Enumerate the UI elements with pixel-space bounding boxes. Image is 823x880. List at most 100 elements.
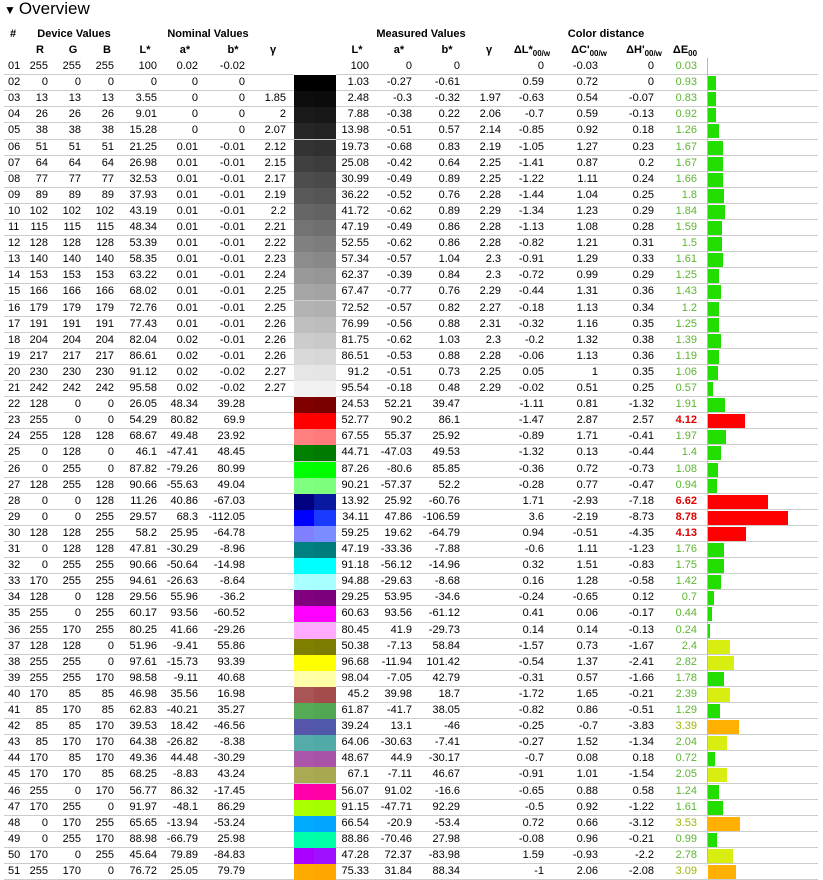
nominal-gamma: 2.27: [264, 382, 286, 394]
device-b: 128: [95, 430, 114, 443]
delta-e: 1.43: [675, 285, 697, 298]
measured-b: -0.61: [434, 76, 460, 89]
overview-header[interactable]: ▼ Overview: [4, 0, 90, 19]
nominal-gamma: 2.17: [264, 172, 286, 185]
nominal-b: -0.01: [219, 333, 245, 346]
delta-e: 1.75: [675, 559, 697, 572]
device-b: 128: [95, 478, 114, 491]
nominal-l: 39.53: [129, 720, 157, 733]
device-b: 170: [95, 752, 114, 765]
measured-b: 0.89: [438, 204, 460, 217]
collapse-arrow-icon[interactable]: ▼: [4, 3, 16, 17]
measured-gamma: 2.25: [479, 365, 501, 378]
nominal-l: 97.61: [129, 655, 157, 668]
delta-h: 0.18: [632, 752, 654, 765]
device-g: 170: [62, 623, 81, 636]
device-b: 170: [95, 784, 114, 797]
row-index: 13: [8, 253, 21, 266]
measured-a: -47.03: [380, 446, 412, 459]
delta-c: 0.92: [576, 800, 598, 813]
measured-color-swatch: [314, 670, 336, 687]
nominal-color-swatch: [294, 187, 314, 204]
nominal-b: 86.29: [217, 800, 245, 813]
device-g: 115: [63, 221, 81, 233]
delta-l: 0.59: [522, 76, 544, 89]
delta-e: 2.82: [675, 655, 697, 668]
delta-c: 0.96: [576, 832, 598, 845]
measured-b: 0.83: [438, 140, 460, 153]
nominal-l: 43.19: [129, 204, 157, 217]
measured-gamma: 2.28: [479, 349, 501, 362]
row-separator: [4, 202, 818, 204]
device-r: 0: [41, 446, 48, 459]
measured-b: 0.88: [438, 349, 460, 362]
nominal-gamma: 2.22: [264, 237, 286, 250]
nominal-color-swatch: [294, 252, 314, 269]
delta-e-bar: [708, 736, 727, 751]
nominal-gamma: 2.07: [264, 124, 286, 137]
device-b: 0: [107, 414, 114, 427]
nominal-b: 40.68: [217, 671, 245, 684]
measured-a: -80.6: [386, 462, 412, 475]
delta-h: 2.57: [632, 414, 654, 427]
measured-l: 87.26: [341, 462, 369, 475]
delta-e-bar: [708, 704, 720, 719]
delta-c: 0.92: [576, 124, 598, 137]
nominal-color-swatch: [294, 364, 314, 381]
delta-c: -2.93: [572, 494, 598, 507]
nominal-a: -66.79: [166, 832, 198, 845]
nominal-color-swatch: [294, 171, 314, 188]
delta-l: -0.7: [525, 108, 544, 121]
delta-c: 0.72: [576, 462, 598, 475]
nominal-a: 0.01: [176, 237, 198, 250]
nominal-color-swatch: [294, 268, 314, 285]
device-r: 128: [29, 639, 48, 652]
device-r: 166: [29, 285, 48, 298]
row-index: 19: [8, 349, 21, 362]
delta-h: -1.67: [628, 639, 654, 652]
row-separator: [4, 347, 818, 349]
nominal-color-swatch: [294, 638, 314, 655]
delta-l: -0.02: [518, 382, 544, 394]
measured-a: -30.63: [380, 736, 412, 749]
row-separator: [4, 154, 818, 156]
nominal-gamma: 2.15: [264, 156, 286, 169]
delta-h: -0.47: [628, 478, 654, 491]
delta-l: -1.11: [519, 398, 544, 411]
delta-e: 1.19: [675, 349, 697, 362]
delta-e-bar: [708, 478, 717, 493]
nominal-a: -47.41: [166, 446, 198, 459]
nominal-a: 0.02: [176, 382, 198, 394]
measured-gamma: 2.27: [479, 301, 501, 314]
row-separator: [4, 122, 818, 124]
delta-e-bar: [708, 269, 719, 284]
delta-e-bar: [708, 832, 717, 847]
delta-l: -0.2: [525, 333, 544, 346]
delta-e: 1.25: [675, 269, 697, 282]
nominal-b: -0.01: [219, 317, 245, 330]
nominal-gamma: 2: [279, 108, 286, 121]
delta-e: 1.08: [675, 462, 697, 475]
delta-c: 1.28: [576, 575, 598, 588]
nominal-color-swatch: [294, 574, 314, 591]
delta-h: 0.31: [632, 237, 654, 250]
measured-l: 91.18: [341, 559, 369, 572]
device-b: 179: [95, 301, 114, 314]
nominal-a: -9.11: [173, 671, 198, 684]
measured-l: 39.24: [341, 720, 369, 733]
delta-h: 0.58: [632, 784, 654, 797]
measured-gamma: 1.97: [479, 92, 501, 105]
device-b: 128: [95, 591, 114, 604]
measured-b: 0.22: [438, 108, 460, 121]
device-r: 0: [41, 494, 48, 507]
row-index: 30: [8, 526, 21, 539]
nominal-color-swatch: [294, 558, 314, 575]
row-separator: [4, 299, 818, 301]
measured-gamma: 2.19: [479, 140, 501, 153]
measured-l: 88.86: [341, 832, 369, 845]
nominal-b: -84.83: [213, 848, 245, 861]
device-b: 255: [95, 510, 114, 523]
measured-l: 64.06: [341, 736, 369, 749]
delta-e: 1.76: [675, 543, 697, 555]
measured-b: 38.05: [432, 704, 460, 716]
